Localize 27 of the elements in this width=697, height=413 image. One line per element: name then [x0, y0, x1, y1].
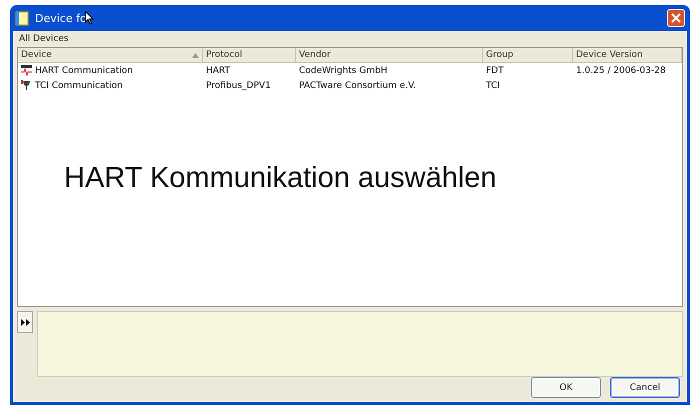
table-cell: TCI Communication: [18, 78, 203, 93]
table-cell-text: HART: [205, 64, 232, 78]
column-header[interactable]: Device: [18, 48, 203, 63]
waveform-icon: [21, 65, 32, 76]
dialog-button[interactable]: OK: [531, 377, 601, 398]
dialog-button[interactable]: Cancel: [610, 377, 680, 398]
column-header[interactable]: Device Version: [573, 48, 682, 63]
close-button[interactable]: [667, 9, 685, 27]
table-cell: HART Communication: [18, 63, 203, 78]
column-header[interactable]: Vendor: [296, 48, 483, 63]
column-header[interactable]: Group: [483, 48, 573, 63]
close-icon: [671, 13, 681, 23]
sort-arrow-icon: [192, 52, 199, 58]
double-arrow-icon: [20, 318, 30, 326]
expand-button[interactable]: [17, 311, 33, 333]
table-cell-text: CodeWrights GmbH: [298, 64, 388, 78]
table-cell-text: FDT: [485, 64, 505, 78]
annotation-text: HART Kommunikation auswählen: [64, 162, 497, 195]
plug-icon: [21, 80, 32, 91]
section-label: All Devices: [18, 33, 70, 46]
column-header[interactable]: Protocol: [203, 48, 296, 63]
cursor-icon: [84, 11, 94, 25]
table-cell-text: TCI: [485, 80, 501, 92]
table-cell-text: PACTware Consortium e.V.: [298, 80, 417, 92]
table-cell-text: 1.0.25 / 2006-03-28: [575, 64, 667, 78]
document-icon: [15, 10, 29, 26]
table-cell-text: Profibus_DPV1: [205, 80, 272, 92]
